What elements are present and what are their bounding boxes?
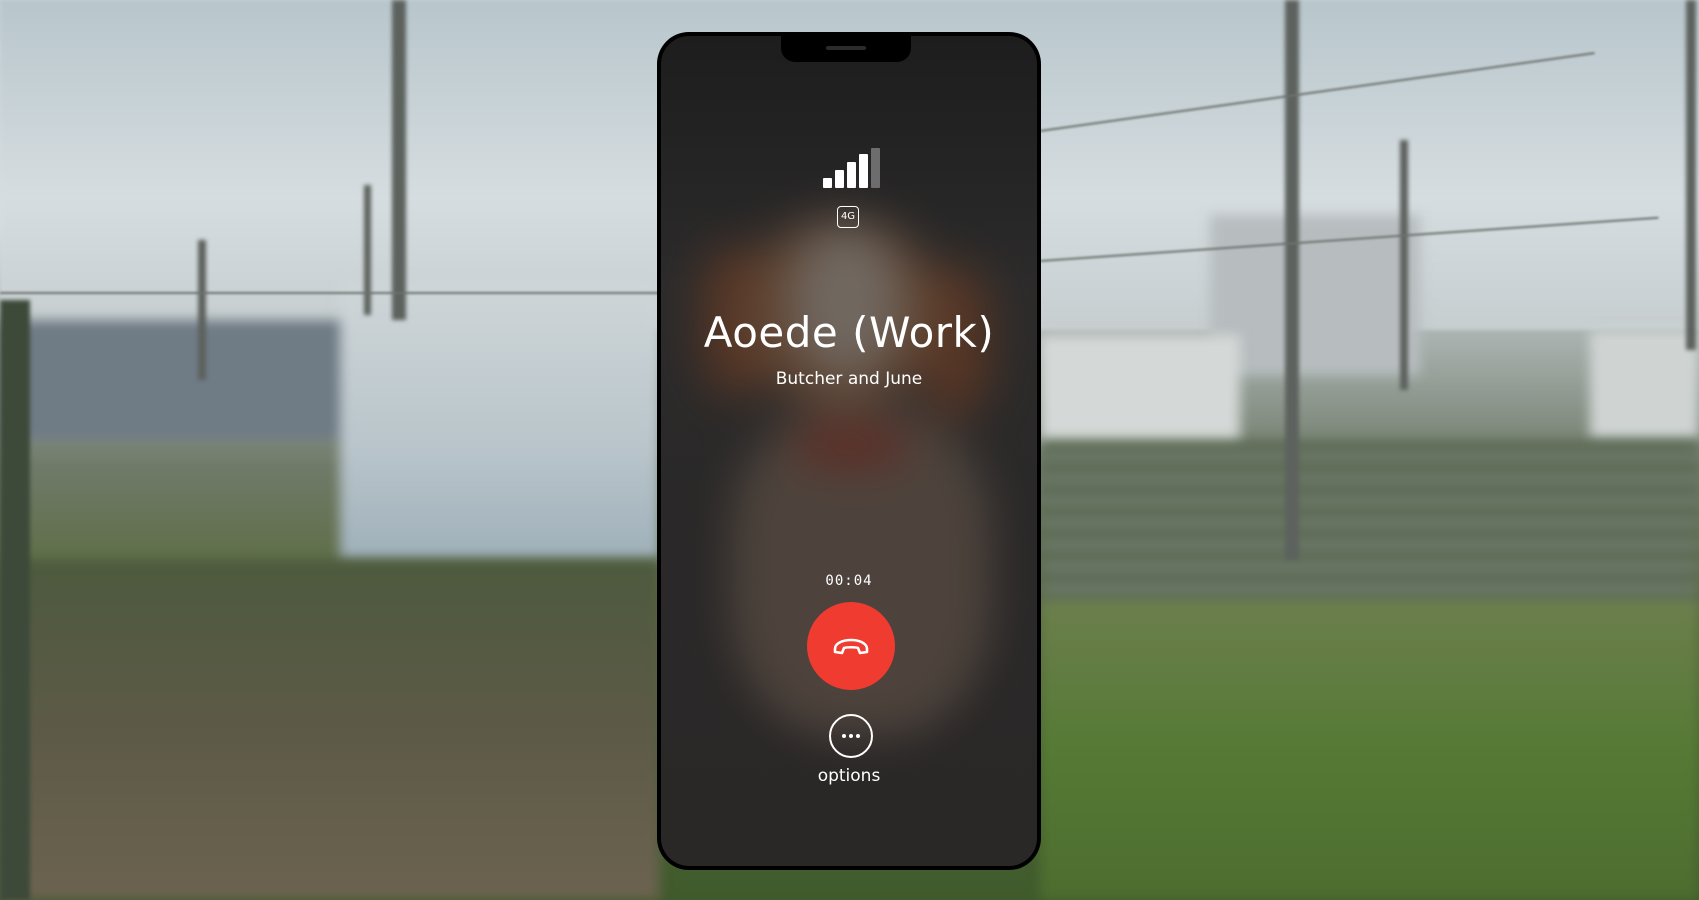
more-horizontal-icon (842, 734, 860, 738)
caller-name: Aoede (Work) (703, 308, 995, 357)
network-type-badge: 4G (837, 206, 859, 228)
background-pole (1400, 140, 1408, 390)
background-factory (1210, 215, 1420, 375)
background-shed-far (1590, 330, 1699, 440)
background-fence-post (0, 300, 30, 900)
background-wall (0, 320, 360, 440)
background-railway-tracks (1040, 440, 1699, 610)
phone-hangup-icon (833, 638, 869, 655)
phone-notch (781, 36, 911, 62)
background-shed (1040, 335, 1240, 445)
speaker-grille (826, 46, 866, 50)
background-pole (364, 185, 371, 315)
call-timer: 00:04 (825, 573, 873, 589)
options-label: options (817, 766, 881, 786)
background-grass (1040, 600, 1699, 900)
background-wire (0, 292, 660, 294)
signal-strength-icon (823, 148, 883, 188)
background-pole (1686, 0, 1696, 350)
background-pole (392, 0, 406, 320)
background-building (340, 280, 660, 560)
call-screen: 4G Aoede (Work) Butcher and June 00:04 o… (661, 36, 1037, 866)
options-button[interactable] (829, 714, 873, 758)
caller-subtitle: Butcher and June (775, 369, 923, 389)
background-ground (0, 560, 660, 900)
end-call-button[interactable] (807, 602, 895, 690)
background-pole (1285, 0, 1299, 560)
phone-frame: 4G Aoede (Work) Butcher and June 00:04 o… (657, 32, 1041, 870)
background-pole (198, 240, 206, 380)
